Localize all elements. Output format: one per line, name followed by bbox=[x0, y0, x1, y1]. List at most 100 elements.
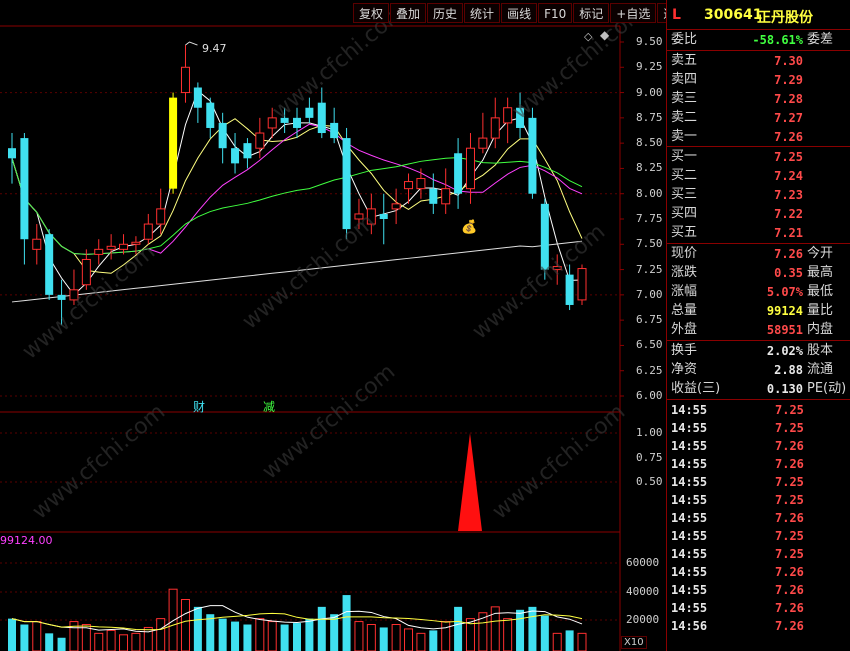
volume-bar bbox=[280, 624, 289, 651]
volume-bar bbox=[317, 606, 326, 651]
candle-body bbox=[454, 153, 463, 194]
volume-bar bbox=[255, 618, 265, 651]
stat-row: 涨幅 5.07% 最低 bbox=[667, 283, 850, 301]
volume-bar bbox=[330, 614, 339, 651]
watermark-text: www.cfchi.com bbox=[258, 359, 400, 484]
tick-row: 14:55 7.25 bbox=[667, 491, 850, 509]
tick-price: 7.26 bbox=[775, 511, 804, 525]
stat-row-label2: 内盘 bbox=[807, 322, 834, 337]
fuquan-button[interactable]: 复权 bbox=[353, 3, 390, 23]
candle-body bbox=[218, 122, 227, 149]
volume-tick: 20000 bbox=[626, 613, 660, 626]
ask-row-label: 卖一 bbox=[671, 129, 698, 144]
bid-row: 买五 7.21 bbox=[667, 224, 850, 242]
stat-row-label2: 量比 bbox=[807, 303, 834, 318]
volume-bar bbox=[366, 624, 376, 651]
stat2-row: 收益(三) 0.130 PE(动) bbox=[667, 380, 850, 398]
add-favorite-button[interactable]: +自选 bbox=[610, 3, 657, 23]
tick-time: 14:55 bbox=[671, 511, 708, 525]
statistics-button[interactable]: 统计 bbox=[464, 3, 501, 23]
reduction-event-label[interactable]: 减 bbox=[263, 398, 275, 415]
tick-row: 14:55 7.26 bbox=[667, 509, 850, 527]
weicha-label: 委差 bbox=[807, 32, 834, 47]
f10-button[interactable]: F10 bbox=[538, 3, 573, 23]
indicator-letter: L bbox=[672, 7, 681, 23]
tick-row: 14:55 7.26 bbox=[667, 437, 850, 455]
stock-name: 正丹股份 bbox=[757, 10, 813, 26]
volume-bar bbox=[441, 621, 451, 651]
ask-row-value: 7.26 bbox=[774, 130, 803, 144]
candle-body bbox=[305, 107, 314, 118]
stat-row-value: 7.26 bbox=[774, 247, 803, 261]
volume-bar bbox=[218, 618, 227, 651]
ask-row: 卖二 7.27 bbox=[667, 109, 850, 127]
watermark-text: www.cfchi.com bbox=[468, 219, 610, 344]
ask-row-value: 7.29 bbox=[774, 73, 803, 87]
stat-row-value: 5.07% bbox=[766, 285, 803, 299]
volume-bar bbox=[45, 633, 54, 651]
volume-bar bbox=[20, 624, 29, 651]
ask-row-label: 卖五 bbox=[671, 53, 698, 68]
stat-row: 总量 99124 量比 bbox=[667, 302, 850, 320]
tick-price: 7.25 bbox=[775, 421, 804, 435]
volume-unit-label: X10 bbox=[621, 636, 647, 649]
candle-body bbox=[267, 117, 277, 129]
tick-time: 14:56 bbox=[671, 619, 708, 633]
volume-bar bbox=[379, 627, 388, 651]
diamond-filled-icon[interactable]: ◆ bbox=[600, 28, 609, 42]
tick-row: 14:55 7.26 bbox=[667, 581, 850, 599]
ask-row-label: 卖二 bbox=[671, 110, 698, 125]
stat-row-label2: 今开 bbox=[807, 246, 834, 261]
volume-bar bbox=[454, 606, 463, 651]
tick-time: 14:55 bbox=[671, 475, 708, 489]
draw-line-button[interactable]: 画线 bbox=[501, 3, 538, 23]
stat-row-label: 涨幅 bbox=[671, 284, 698, 299]
candle-body bbox=[528, 117, 537, 194]
candle-body bbox=[404, 181, 414, 190]
stat-row-value: 99124 bbox=[766, 304, 803, 318]
weibi-row: 委比 -58.61% 委差 bbox=[667, 31, 850, 49]
price-tick: 9.25 bbox=[636, 60, 663, 74]
money-bag-icon[interactable]: 💰 bbox=[461, 220, 477, 235]
volume-bar bbox=[552, 632, 562, 651]
candle-body bbox=[156, 208, 166, 225]
stat-row-label2: 最低 bbox=[807, 284, 834, 299]
tick-price: 7.25 bbox=[775, 403, 804, 417]
price-tick: 8.75 bbox=[636, 110, 663, 124]
tick-price: 7.26 bbox=[775, 601, 804, 615]
bid-row-label: 买一 bbox=[671, 149, 698, 164]
kline-chart[interactable]: www.cfchi.com www.cfchi.com www.cfchi.com w… bbox=[0, 0, 666, 651]
financial-event-label[interactable]: 财 bbox=[193, 398, 205, 415]
ask-row-label: 卖四 bbox=[671, 72, 698, 87]
volume-bar bbox=[429, 630, 438, 651]
tick-price: 7.26 bbox=[775, 439, 804, 453]
volume-bar bbox=[106, 629, 116, 651]
volume-bar bbox=[416, 632, 426, 651]
bid-row-value: 7.23 bbox=[774, 188, 803, 202]
price-tick: 8.50 bbox=[636, 136, 663, 150]
candle-body bbox=[169, 97, 178, 189]
history-button[interactable]: 历史 bbox=[427, 3, 464, 23]
candle-body bbox=[143, 223, 153, 240]
price-tick: 7.00 bbox=[636, 287, 663, 301]
stat2-row-label: 净资 bbox=[671, 362, 698, 377]
volume-bar bbox=[206, 614, 215, 651]
ask-row: 卖三 7.28 bbox=[667, 90, 850, 108]
volume-bar bbox=[305, 618, 314, 651]
ask-row-label: 卖三 bbox=[671, 91, 698, 106]
diamond-icon[interactable]: ◇ bbox=[584, 30, 592, 43]
bid-row-label: 买三 bbox=[671, 187, 698, 202]
price-tick: 7.75 bbox=[636, 212, 663, 225]
volume-bar bbox=[32, 621, 42, 651]
tick-time: 14:55 bbox=[671, 403, 708, 417]
stat2-row-label: 收益(三) bbox=[671, 381, 721, 396]
volume-bar bbox=[516, 609, 525, 651]
stat-row: 现价 7.26 今开 bbox=[667, 245, 850, 263]
mark-button[interactable]: 标记 bbox=[573, 3, 610, 23]
stat2-row: 换手 2.02% 股本 bbox=[667, 342, 850, 360]
candle-body bbox=[379, 213, 388, 219]
tick-row: 14:55 7.25 bbox=[667, 473, 850, 491]
tick-time: 14:55 bbox=[671, 547, 708, 561]
stat-row-label2: 最高 bbox=[807, 265, 834, 280]
overlay-button[interactable]: 叠加 bbox=[390, 3, 427, 23]
